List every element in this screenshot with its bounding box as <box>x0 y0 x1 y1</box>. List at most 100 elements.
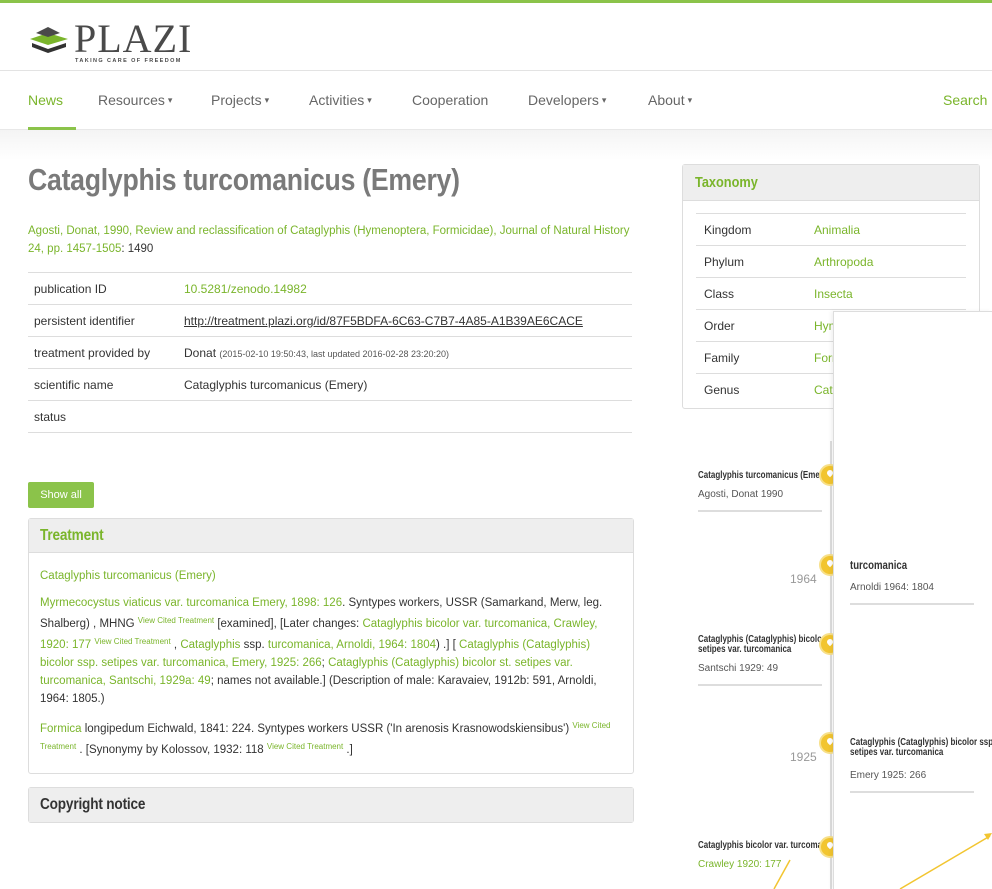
timeline-year: 1925 <box>790 750 817 764</box>
table-row: publication ID 10.5281/zenodo.14982 <box>28 272 632 305</box>
nav-label: News <box>28 92 64 108</box>
table-row: scientific name Cataglyphis turcomanicus… <box>28 368 632 401</box>
rank-value-link[interactable]: Animalia <box>806 213 966 246</box>
nav-developers[interactable]: Developers ▾ <box>528 72 606 130</box>
timeline-card: Cataglyphis (Cataglyphis) bicolor ssp. s… <box>850 738 992 793</box>
taxon-link[interactable]: Formica <box>40 723 82 735</box>
nav-activities[interactable]: Activities ▾ <box>309 72 372 130</box>
timeline-card: turcomanica Arnoldi 1964: 1804 <box>850 558 974 605</box>
text: , <box>170 639 181 651</box>
show-all-button[interactable]: Show all <box>28 482 94 508</box>
brand-name: PLAZI <box>74 16 193 61</box>
card-divider <box>850 603 974 605</box>
persistent-identifier-link[interactable]: http://treatment.plazi.org/id/87F5BDFA-6… <box>184 314 583 328</box>
status-value <box>178 400 632 433</box>
timeline-author: Emery 1925: 266 <box>850 770 927 781</box>
timeline-author: Santschi 1929: 49 <box>698 663 779 674</box>
rank-label: Class <box>696 277 806 310</box>
rank-label: Family <box>696 341 806 374</box>
taxon-link[interactable]: Cataglyphis <box>180 639 240 651</box>
timeline-name: turcomanica <box>850 558 908 572</box>
meta-key: persistent identifier <box>28 304 178 337</box>
caret-down-icon: ▾ <box>264 95 270 105</box>
taxon-link[interactable]: Myrmecocystus viaticus var. turcomanica … <box>40 597 342 609</box>
view-cited-treatment-link[interactable]: View Cited Treatment <box>94 637 170 646</box>
rank-value-link[interactable]: Insecta <box>806 277 966 310</box>
treatment-panel-header: Treatment <box>29 519 633 553</box>
taxon-link[interactable]: turcomanica, Arnoldi, 1964: 1804 <box>268 639 436 651</box>
text: ) .] [ <box>436 639 460 651</box>
meta-value: Donat (2015-02-10 19:50:43, last updated… <box>178 336 632 369</box>
meta-key: scientific name <box>28 368 178 401</box>
table-row: Class Insecta <box>696 277 966 310</box>
timeline-card: Cataglyphis (Cataglyphis) bicolor st. se… <box>698 635 837 686</box>
text: .] <box>343 744 353 756</box>
view-cited-treatment-link[interactable]: View Cited Treatment <box>138 616 214 625</box>
nav-label: About <box>648 92 685 108</box>
nav-news[interactable]: News <box>28 72 63 130</box>
arrow-icon <box>773 833 992 889</box>
plazi-logo[interactable]: PLAZI TAKING CARE OF FREEDOM <box>28 17 228 65</box>
timeline-author: Arnoldi 1964: 1804 <box>850 582 934 593</box>
treatment-heading: Treatment <box>40 527 104 544</box>
publication-id-link[interactable]: 10.5281/zenodo.14982 <box>178 272 632 305</box>
treatment-body: Cataglyphis turcomanicus (Emery) Myrmeco… <box>29 553 633 782</box>
taxonomy-heading: Taxonomy <box>695 174 758 191</box>
table-row: Phylum Arthropoda <box>696 245 966 278</box>
rank-label: Genus <box>696 373 806 406</box>
main-nav: News Resources ▾ Projects ▾ Activities ▾ Co… <box>0 72 992 130</box>
meta-key: status <box>28 400 178 433</box>
table-row: treatment provided by Donat (2015-02-10 … <box>28 336 632 369</box>
brand-tagline: TAKING CARE OF FREEDOM <box>75 58 182 64</box>
nav-projects[interactable]: Projects ▾ <box>211 72 269 130</box>
nav-about[interactable]: About ▾ <box>648 72 692 130</box>
taxonomy-panel-header: Taxonomy <box>683 165 979 201</box>
caret-down-icon: ▾ <box>687 95 693 105</box>
header-shadow <box>0 130 992 160</box>
timeline-name: Cataglyphis (Cataglyphis) bicolor ssp. s… <box>850 737 992 758</box>
plazi-logo-icon <box>30 27 68 53</box>
nav-label: Developers <box>528 92 599 108</box>
copyright-panel-header[interactable]: Copyright notice <box>29 788 633 822</box>
table-row: persistent identifier http://treatment.p… <box>28 304 632 337</box>
meta-key: publication ID <box>28 272 178 305</box>
table-row: Kingdom Animalia <box>696 213 966 246</box>
timeline-author: Agosti, Donat 1990 <box>698 489 784 500</box>
treatment-paragraph-2: Formica longipedum Eichwald, 1841: 224. … <box>40 717 622 759</box>
timeline-card: Cataglyphis turcomanicus (Emery) Agosti,… <box>698 471 830 512</box>
nav-label: Projects <box>211 92 262 108</box>
rank-label: Order <box>696 309 806 342</box>
copyright-heading: Copyright notice <box>40 796 146 813</box>
page-title: Cataglyphis turcomanicus (Emery) <box>28 162 460 197</box>
citation: Agosti, Donat, 1990, Review and reclassi… <box>28 222 638 258</box>
citation-page: : 1490 <box>121 243 154 255</box>
rank-value-link[interactable]: Arthropoda <box>806 245 966 278</box>
citation-link[interactable]: Agosti, Donat, 1990, Review and reclassi… <box>28 225 629 255</box>
nav-label: Cooperation <box>412 92 489 108</box>
text: longipedum Eichwald, 1841: 224. Syntypes… <box>81 723 570 735</box>
rank-label: Phylum <box>696 245 806 278</box>
text: . [Synonymy by Kolossov, 1932: 118 <box>76 744 267 756</box>
nav-label: Resources <box>98 92 165 108</box>
meta-value: http://treatment.plazi.org/id/87F5BDFA-6… <box>178 304 632 337</box>
text: [examined], [Later changes: <box>214 618 363 630</box>
treatment-name-link[interactable]: Cataglyphis turcomanicus (Emery) <box>40 570 216 582</box>
copyright-panel[interactable]: Copyright notice <box>28 787 634 823</box>
nav-resources[interactable]: Resources ▾ <box>98 72 172 130</box>
metadata-table: publication ID 10.5281/zenodo.14982 pers… <box>28 272 632 433</box>
nav-cooperation[interactable]: Cooperation <box>412 72 488 130</box>
site-header: PLAZI TAKING CARE OF FREEDOM <box>0 3 992 71</box>
table-row: status <box>28 400 632 433</box>
treatment-panel: Treatment Cataglyphis turcomanicus (Emer… <box>28 518 634 774</box>
caret-down-icon: ▾ <box>367 95 372 105</box>
meta-key: treatment provided by <box>28 336 178 369</box>
provider-name: Donat <box>184 345 217 360</box>
text: ssp. <box>240 639 268 651</box>
nav-label: Activities <box>309 92 365 108</box>
provider-dates: (2015-02-10 19:50:43, last updated 2016-… <box>219 348 450 359</box>
view-cited-treatment-link[interactable]: View Cited Treatment <box>267 742 343 751</box>
search-link[interactable]: Search <box>943 72 987 130</box>
timeline-year: 1964 <box>790 572 817 586</box>
treatment-paragraph-1: Myrmecocystus viaticus var. turcomanica … <box>40 594 622 708</box>
caret-down-icon: ▾ <box>167 95 173 105</box>
